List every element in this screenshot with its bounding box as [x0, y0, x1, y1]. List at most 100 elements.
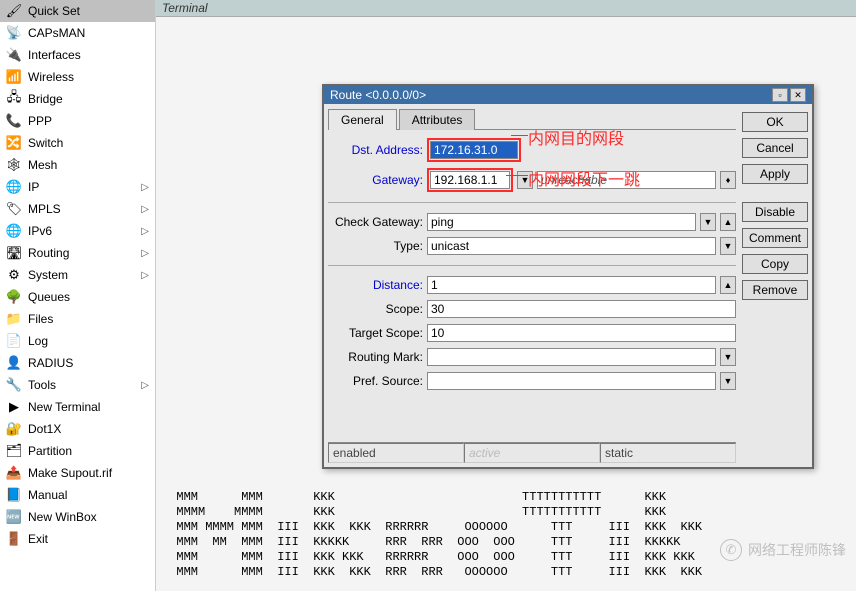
copy-button[interactable]: Copy	[742, 254, 808, 274]
sidebar-icon: 🔌	[6, 47, 22, 63]
sidebar-icon: 🌐	[6, 179, 22, 195]
sidebar-item-ipv6[interactable]: 🌐IPv6▷	[0, 220, 155, 242]
sidebar-item-bridge[interactable]: 🖧 Bridge	[0, 88, 155, 110]
input-check-gateway[interactable]	[427, 213, 696, 231]
annotation-dst: 内网目的网段	[528, 125, 624, 149]
sidebar-item-new-terminal[interactable]: ▶ New Terminal	[0, 396, 155, 418]
sidebar-label: IP	[28, 180, 141, 194]
routing-mark-dropdown-icon[interactable]: ▼	[720, 348, 736, 366]
sidebar-item-ip[interactable]: 🌐 IP▷	[0, 176, 155, 198]
sidebar-item-files[interactable]: 📁Files	[0, 308, 155, 330]
label-scope: Scope:	[328, 302, 423, 316]
sidebar-icon: 🖧	[6, 91, 22, 107]
sidebar-label: Exit	[28, 532, 149, 546]
sidebar-icon: ▶	[6, 399, 22, 415]
sidebar-item-log[interactable]: 📄 Log	[0, 330, 155, 352]
annotation-line-1	[511, 135, 528, 136]
sidebar-label: Routing	[28, 246, 141, 260]
sidebar-item-mesh[interactable]: 🕸 Mesh	[0, 154, 155, 176]
status-bar: enabled active static	[328, 442, 736, 463]
close-button[interactable]: ✕	[790, 88, 806, 102]
sidebar-item-new-winbox[interactable]: 🆕New WinBox	[0, 506, 155, 528]
annotation-line-2	[506, 175, 528, 176]
sidebar-label: Dot1X	[28, 422, 149, 436]
comment-button[interactable]: Comment	[742, 228, 808, 248]
apply-button[interactable]: Apply	[742, 164, 808, 184]
sidebar-icon: 📄	[6, 333, 22, 349]
input-gateway[interactable]	[430, 171, 510, 189]
input-target-scope[interactable]	[427, 324, 736, 342]
disable-button[interactable]: Disable	[742, 202, 808, 222]
tab-attributes[interactable]: Attributes	[399, 109, 476, 130]
check-gateway-clear-icon[interactable]: ▲	[720, 213, 736, 231]
sidebar-icon: 🕸	[6, 157, 22, 173]
input-distance[interactable]	[427, 276, 716, 294]
expand-icon: ▷	[141, 204, 149, 215]
sidebar-icon: 🌐	[6, 223, 22, 239]
gateway-add-icon[interactable]: ♦	[720, 171, 736, 189]
sidebar-item-quick-set[interactable]: 🖌Quick Set	[0, 0, 155, 22]
sidebar-item-dot1x[interactable]: 🔐 Dot1X	[0, 418, 155, 440]
terminal-tab-title[interactable]: Terminal	[156, 0, 856, 17]
distance-clear-icon[interactable]: ▲	[720, 276, 736, 294]
sidebar-label: New Terminal	[28, 400, 149, 414]
sidebar-item-routing[interactable]: 🛣Routing▷	[0, 242, 155, 264]
sidebar-item-system[interactable]: ⚙System▷	[0, 264, 155, 286]
sidebar-item-queues[interactable]: 🌳Queues	[0, 286, 155, 308]
sidebar-label: Bridge	[28, 92, 149, 106]
cancel-button[interactable]: Cancel	[742, 138, 808, 158]
sidebar-item-mpls[interactable]: 🏷 MPLS▷	[0, 198, 155, 220]
check-gateway-dropdown-icon[interactable]: ▼	[700, 213, 716, 231]
sidebar-icon: 📡	[6, 25, 22, 41]
sidebar-item-make-supout-rif[interactable]: 📤Make Supout.rif	[0, 462, 155, 484]
sidebar-icon: ⚙	[6, 267, 22, 283]
remove-button[interactable]: Remove	[742, 280, 808, 300]
sidebar-item-radius[interactable]: 👤RADIUS	[0, 352, 155, 374]
sidebar-icon: 🚪	[6, 531, 22, 547]
watermark: ✆ 网络工程师陈锋	[720, 539, 846, 561]
label-check-gateway: Check Gateway:	[328, 215, 423, 229]
sidebar-icon: 🖌	[6, 3, 22, 19]
type-dropdown-icon[interactable]: ▼	[720, 237, 736, 255]
sidebar-item-partition[interactable]: 🗂 Partition	[0, 440, 155, 462]
sidebar-icon: 📘	[6, 487, 22, 503]
label-routing-mark: Routing Mark:	[328, 350, 423, 364]
sidebar-label: Files	[28, 312, 149, 326]
sidebar-item-ppp[interactable]: 📞PPP	[0, 110, 155, 132]
expand-icon: ▷	[141, 182, 149, 193]
ok-button[interactable]: OK	[742, 112, 808, 132]
sidebar-label: Log	[28, 334, 149, 348]
label-type: Type:	[328, 239, 423, 253]
tab-general[interactable]: General	[328, 109, 397, 130]
sidebar-label: Mesh	[28, 158, 149, 172]
input-scope[interactable]	[427, 300, 736, 318]
sidebar-label: Tools	[28, 378, 141, 392]
input-type[interactable]	[427, 237, 716, 255]
sidebar-label: MPLS	[28, 202, 141, 216]
pref-source-dropdown-icon[interactable]: ▼	[720, 372, 736, 390]
sidebar-item-interfaces[interactable]: 🔌Interfaces	[0, 44, 155, 66]
input-dst-address[interactable]	[430, 141, 518, 159]
sidebar-item-wireless[interactable]: 📶Wireless	[0, 66, 155, 88]
sidebar-icon: 🌳	[6, 289, 22, 305]
input-pref-source[interactable]	[427, 372, 716, 390]
sidebar-item-exit[interactable]: 🚪 Exit	[0, 528, 155, 550]
status-active: active	[464, 443, 600, 463]
input-routing-mark[interactable]	[427, 348, 716, 366]
highlight-gateway	[427, 168, 513, 192]
expand-icon: ▷	[141, 270, 149, 281]
sidebar-icon: 📶	[6, 69, 22, 85]
sidebar-label: Switch	[28, 136, 149, 150]
label-gateway: Gateway:	[328, 173, 423, 187]
sidebar-item-capsman[interactable]: 📡CAPsMAN	[0, 22, 155, 44]
sidebar-icon: 🔐	[6, 421, 22, 437]
minimize-button[interactable]: ▫	[772, 88, 788, 102]
content-area: Terminal MMM MMM KKK TTTTTTTTTTT KKK MMM…	[156, 0, 856, 591]
sidebar-icon: 🏷	[6, 201, 22, 217]
route-title-bar[interactable]: Route <0.0.0.0/0> ▫ ✕	[324, 86, 812, 104]
sidebar-item-switch[interactable]: 🔀Switch	[0, 132, 155, 154]
sidebar-item-manual[interactable]: 📘Manual	[0, 484, 155, 506]
sidebar-item-tools[interactable]: 🔧Tools▷	[0, 374, 155, 396]
sidebar-label: Partition	[28, 444, 149, 458]
sidebar-icon: 🗂	[6, 443, 22, 459]
